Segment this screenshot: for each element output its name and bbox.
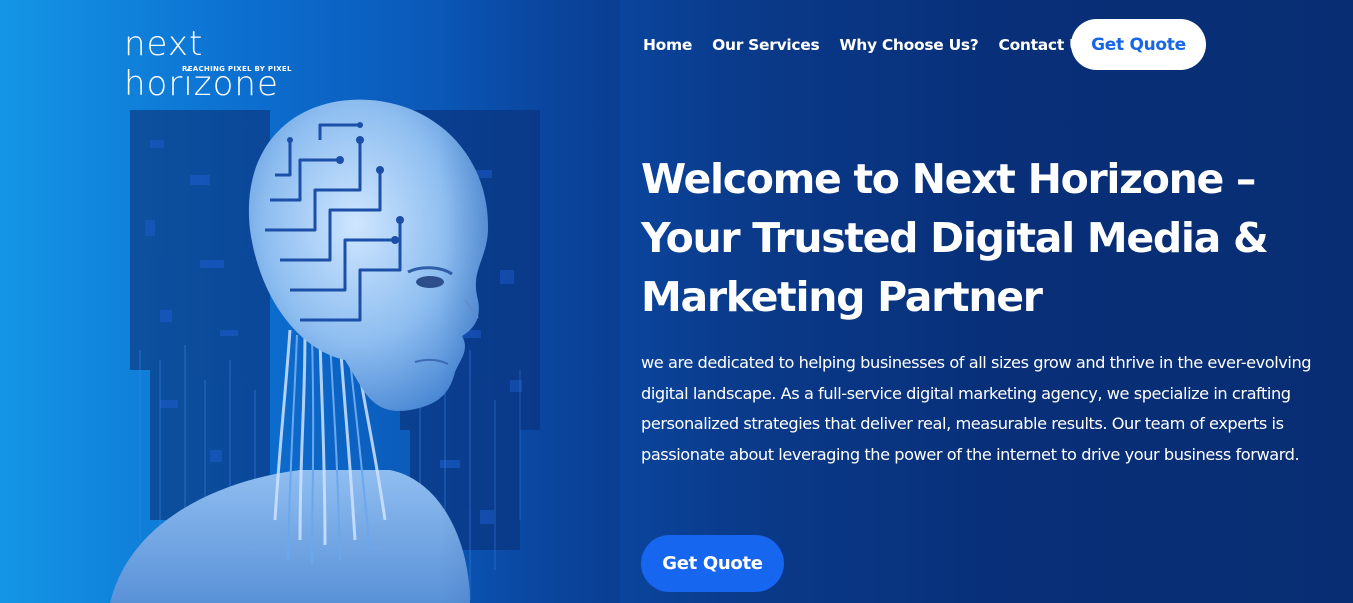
logo-tagline: REACHING PIXEL BY PIXEL — [182, 65, 292, 73]
hero-title: Welcome to Next Horizone – Your Trusted … — [641, 155, 1269, 321]
nav-item-home[interactable]: Home — [643, 36, 692, 54]
nav-item-our-services[interactable]: Our Services — [712, 36, 820, 54]
header-get-quote-button[interactable]: Get Quote — [1071, 19, 1206, 70]
nav-item-why-choose-us[interactable]: Why Choose Us? — [839, 36, 978, 54]
hero-description: we are dedicated to helping businesses o… — [641, 353, 1312, 464]
logo-wordmark: next horizone — [124, 24, 279, 104]
logo[interactable]: next horizone REACHING PIXEL BY PIXEL — [124, 24, 364, 104]
main-nav: Home Our Services Why Choose Us? Contact… — [643, 33, 1091, 57]
hero-get-quote-button[interactable]: Get Quote — [641, 535, 784, 592]
hero-section: next horizone REACHING PIXEL BY PIXEL Ho… — [0, 0, 1353, 603]
site-header: next horizone REACHING PIXEL BY PIXEL Ho… — [0, 0, 1353, 104]
